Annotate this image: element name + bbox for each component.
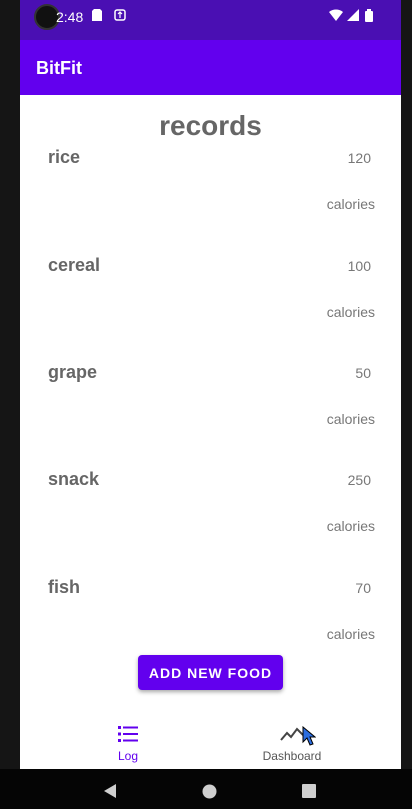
mouse-cursor-icon: [302, 725, 317, 751]
recents-icon[interactable]: [302, 784, 316, 803]
page-title: records: [159, 110, 262, 141]
record-item[interactable]: cereal 100 calories: [20, 255, 401, 355]
record-calories-value: 250: [347, 472, 371, 488]
phone-bezel-right: [401, 0, 412, 809]
nav-label-log: Log: [117, 749, 139, 763]
nav-label-dashboard: Dashboard: [262, 749, 322, 763]
record-item[interactable]: rice 120 calories: [20, 147, 401, 247]
chart-line-icon: [280, 725, 304, 748]
back-icon[interactable]: [102, 783, 118, 804]
add-new-food-button[interactable]: ADD NEW FOOD: [138, 655, 283, 690]
record-name: cereal: [48, 255, 101, 275]
phone-bezel-left: [0, 0, 20, 809]
record-calories-value: 120: [347, 150, 371, 166]
nav-item-log[interactable]: Log: [68, 715, 188, 769]
usb-icon: [114, 9, 126, 24]
record-calories-value: 100: [347, 258, 371, 274]
system-navigation-bar: [0, 769, 412, 809]
record-name: rice: [48, 147, 81, 167]
signal-icon: [347, 9, 359, 24]
status-time: 2:48: [56, 9, 84, 25]
sd-card-icon: [92, 9, 102, 24]
record-calories-value: 70: [355, 580, 371, 596]
record-calories-unit: calories: [326, 626, 375, 642]
record-calories-unit: calories: [326, 411, 375, 427]
record-calories-unit: calories: [326, 196, 375, 212]
phone-frame: 2:48 BitFit records rice 120 calories ce…: [0, 0, 412, 809]
app-screen: 2:48 BitFit records rice 120 calories ce…: [20, 0, 401, 769]
status-bar: 2:48: [20, 0, 401, 40]
record-item[interactable]: snack 250 calories: [20, 469, 401, 569]
record-name: snack: [48, 469, 100, 489]
app-bar: BitFit: [20, 40, 401, 95]
bottom-navigation: Log Dashboard: [20, 715, 401, 769]
app-title: BitFit: [36, 58, 82, 78]
record-calories-unit: calories: [326, 518, 375, 534]
record-calories-value: 50: [355, 365, 371, 381]
nav-item-dashboard[interactable]: Dashboard: [232, 715, 352, 769]
battery-icon: [365, 9, 373, 25]
record-name: fish: [48, 577, 81, 597]
list-icon: [118, 725, 138, 748]
record-item[interactable]: grape 50 calories: [20, 362, 401, 462]
wifi-icon: [329, 9, 343, 24]
record-calories-unit: calories: [326, 304, 375, 320]
records-list: records rice 120 calories cereal 100 cal…: [20, 95, 401, 695]
home-icon[interactable]: [202, 784, 217, 804]
record-name: grape: [48, 362, 98, 382]
